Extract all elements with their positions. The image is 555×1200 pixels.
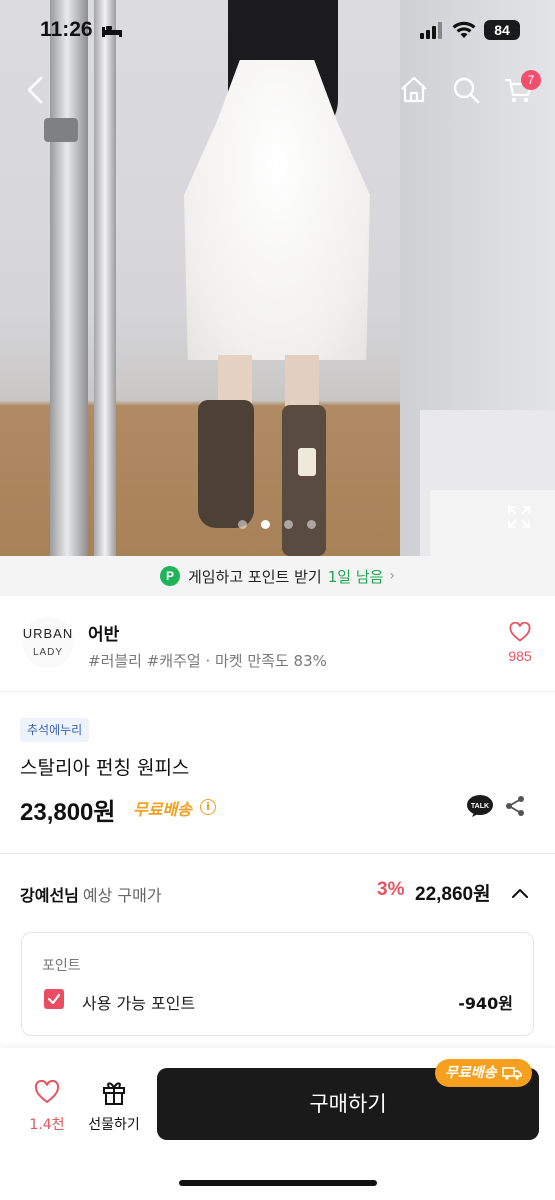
like-button[interactable]: 1.4천 [24,1079,70,1134]
points-value: -940원 [458,994,513,1013]
kakao-talk-icon[interactable]: TALK [466,794,494,818]
search-icon [453,77,480,104]
discount-rate: 3% [377,879,405,900]
photo-model [198,400,254,528]
carousel-indicator [238,520,316,529]
gift-label: 선물하기 [88,1117,140,1133]
info-icon[interactable]: i [200,799,216,815]
game-points-banner[interactable]: P 게임하고 포인트 받기 1일 남음 › [0,556,555,596]
product-title: 스탈리아 펀칭 원피스 [20,757,190,779]
heart-icon [34,1079,60,1104]
points-icon: P [159,566,180,586]
shop-tags: #러블리 #캐주얼 · 마켓 만족도 83% [88,652,327,670]
game-banner-text: 게임하고 포인트 받기 [187,567,322,586]
sleep-icon [102,26,122,37]
shop-logo[interactable]: URBAN LADY [22,616,74,668]
carousel-dot[interactable] [238,520,247,529]
cellular-signal-icon [420,22,442,39]
home-button[interactable] [394,70,434,110]
free-shipping-badge: 무료배송 [435,1059,532,1087]
shop-logo-subtext: LADY [32,647,64,658]
fullscreen-icon[interactable] [506,504,532,530]
photo-bg [430,490,555,556]
free-shipping-label: 무료배송 [133,800,192,819]
promo-badge: 추석에누리 [20,718,90,742]
status-bar: 11:26 84 [0,0,555,62]
photo-bg [44,118,78,142]
member-price: 22,860원 [415,884,491,905]
chevron-up-icon[interactable] [508,882,532,904]
member-name: 강예선님 [20,886,79,905]
gift-button[interactable]: 선물하기 [82,1078,146,1134]
shop-like-count: 985 [508,648,532,664]
heart-icon [509,621,531,642]
shop-row[interactable]: URBAN LADY 어반 #러블리 #캐주얼 · 마켓 만족도 83% 985 [0,596,555,692]
points-header: 포인트 [42,958,81,974]
battery-indicator: 84 [484,20,520,40]
truck-icon [501,1067,522,1080]
photo-model [298,448,316,476]
carousel-dot[interactable] [307,520,316,529]
carousel-dot[interactable] [284,520,293,529]
photo-model [282,405,326,556]
divider [0,853,555,854]
search-button[interactable] [446,70,486,110]
status-time: 11:26 [40,18,93,41]
points-box: 포인트 사용 가능 포인트 -940원 [21,932,534,1036]
free-shipping-badge-label: 무료배송 [445,1065,497,1081]
chevron-right-icon: › [389,568,396,584]
game-days-left: 1일 남음 [327,567,384,586]
svg-text:TALK: TALK [471,803,489,810]
shop-logo-text: URBAN [22,626,74,641]
home-indicator [179,1180,377,1186]
shop-name[interactable]: 어반 [88,620,119,645]
wifi-icon [452,21,476,38]
product-price: 23,800원 [20,799,116,826]
cart-count-badge: 7 [521,70,541,90]
shop-like-button[interactable]: 985 [500,621,540,664]
share-icon[interactable] [504,794,526,818]
carousel-dot-active[interactable] [261,520,270,529]
check-icon [47,993,61,1005]
photo-model [184,60,370,360]
like-count: 1.4천 [29,1117,65,1133]
member-price-caption: 예상 구매가 [82,886,162,905]
home-icon [401,76,427,103]
member-price-label: 강예선님 예상 구매가 [20,882,162,906]
back-button[interactable] [16,70,56,110]
gift-icon [103,1082,125,1105]
photo-bg [94,0,116,556]
chevron-left-icon [27,76,43,104]
points-checkbox[interactable] [44,989,64,1009]
points-label[interactable]: 사용 가능 포인트 [82,990,195,1014]
